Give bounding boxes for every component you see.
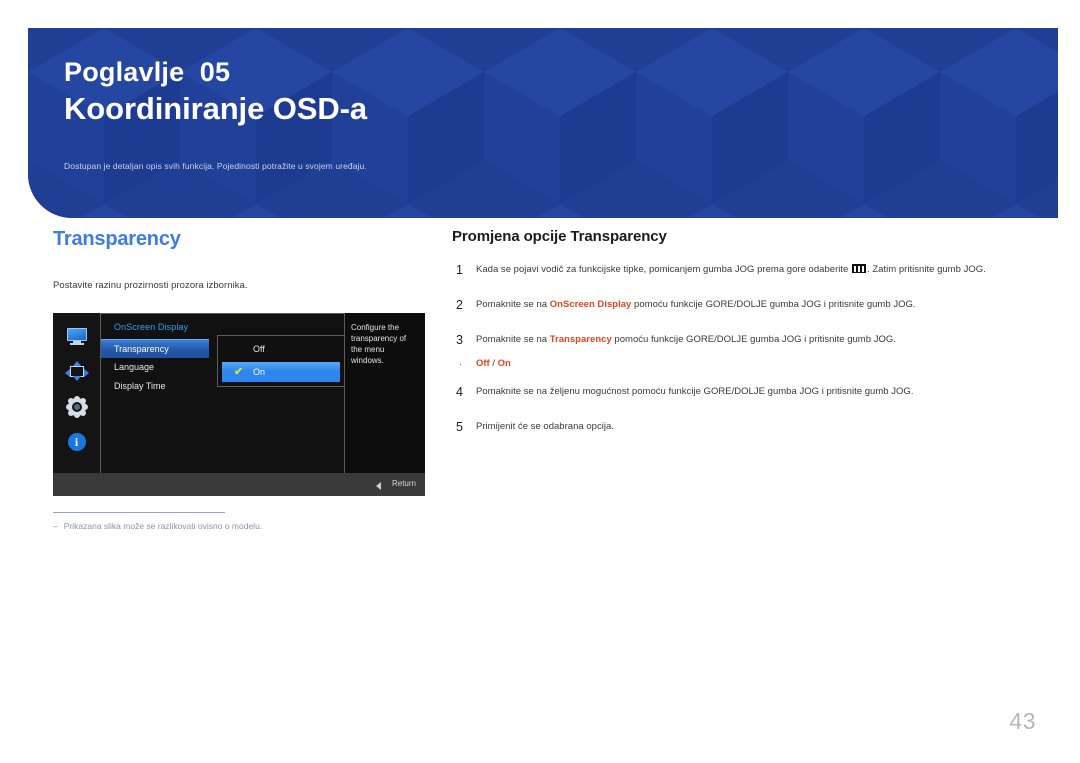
- monitor-icon[interactable]: [65, 326, 89, 348]
- procedure-steps: 1 Kada se pojavi vodič za funkcijske tip…: [452, 263, 1040, 435]
- gear-icon[interactable]: [65, 396, 89, 418]
- step-3: 3 Pomaknite se na Transparency pomoću fu…: [452, 332, 1040, 348]
- step-2: 2 Pomaknite se na OnScreen Display pomoć…: [452, 297, 1040, 313]
- step-1-text-before: Kada se pojavi vodič za funkcijske tipke…: [476, 264, 852, 275]
- section-title: Transparency: [53, 228, 181, 250]
- step-2-highlight: OnScreen Display: [549, 298, 632, 310]
- option-bullet-text: Off / On: [476, 358, 511, 371]
- option-separator: /: [489, 358, 498, 370]
- osd-option-on-label: On: [253, 367, 266, 377]
- step-1-number: 1: [456, 263, 463, 277]
- step-4-text: Pomaknite se na željenu mogućnost pomoću…: [476, 386, 914, 398]
- procedure-title: Promjena opcije Transparency: [452, 228, 667, 245]
- osd-option-off[interactable]: Off: [218, 339, 344, 359]
- footnote: ‒ Prikazana slika može se razlikovati ov…: [53, 521, 425, 531]
- chapter-label: Poglavlje 05: [64, 57, 231, 87]
- step-5-number: 5: [456, 420, 463, 435]
- check-icon: ✔: [234, 366, 244, 378]
- osd-option-on[interactable]: ✔ On: [222, 362, 340, 382]
- step-4: 4 Pomaknite se na željenu mogućnost pomo…: [452, 386, 1040, 400]
- step-4-number: 4: [456, 385, 463, 400]
- step-2-text: Pomaknite se na OnScreen Display pomoću …: [476, 299, 916, 312]
- chapter-banner: Poglavlje 05 Koordiniranje OSD-a Dostupa…: [28, 28, 1058, 218]
- step-5-text: Primijenit će se odabrana opcija.: [476, 421, 614, 433]
- step-3-number: 3: [456, 332, 463, 347]
- osd-description-panel: Configure the transparency of the menu w…: [346, 313, 425, 473]
- section-description: Postavite razinu prozirnosti prozora izb…: [53, 280, 248, 291]
- page-number: 43: [1009, 708, 1036, 734]
- osd-body: i OnScreen Display Transparency Language…: [53, 313, 425, 473]
- step-2-text-after: pomoću funkcije GORE/DOLJE gumba JOG i p…: [631, 298, 916, 310]
- step-1: 1 Kada se pojavi vodič za funkcijske tip…: [452, 263, 1040, 278]
- step-1-text: Kada se pojavi vodič za funkcijske tipke…: [476, 264, 986, 277]
- step-3-highlight: Transparency: [549, 333, 612, 345]
- info-icon[interactable]: i: [65, 431, 89, 453]
- osd-menu-title: OnScreen Display: [114, 322, 189, 332]
- resize-arrows-icon[interactable]: [64, 361, 89, 383]
- info-glyph: i: [67, 433, 86, 451]
- footnote-marker: ‒: [53, 521, 58, 531]
- option-on: On: [497, 358, 511, 370]
- menu-icon: [852, 264, 867, 273]
- chapter-subtitle: Dostupan je detaljan opis svih funkcija.…: [64, 160, 367, 171]
- step-2-number: 2: [456, 297, 463, 312]
- step-3-text: Pomaknite se na Transparency pomoću funk…: [476, 334, 896, 347]
- chapter-title: Koordiniranje OSD-a: [64, 90, 367, 126]
- osd-screenshot: i OnScreen Display Transparency Language…: [53, 313, 425, 496]
- step-1-text-after: . Zatim pritisnite gumb JOG.: [867, 264, 986, 275]
- footnote-text: Prikazana slika može se razlikovati ovis…: [63, 521, 263, 531]
- page-content: Transparency Postavite razinu prozirnost…: [0, 228, 1080, 708]
- osd-menu-item-transparency[interactable]: Transparency: [101, 339, 209, 358]
- right-column: Promjena opcije Transparency 1 Kada se p…: [452, 228, 1040, 456]
- step-5: 5 Primijenit će se odabrana opcija.: [452, 420, 1040, 435]
- option-bullet: · Off / On: [452, 358, 1040, 371]
- left-column: Transparency Postavite razinu prozirnost…: [53, 228, 425, 531]
- osd-footer-bar: Return: [53, 473, 425, 496]
- footnote-divider: [53, 512, 225, 513]
- step-2-text-before: Pomaknite se na: [476, 298, 550, 310]
- option-off: Off: [476, 358, 490, 370]
- osd-return-label[interactable]: Return: [392, 479, 416, 488]
- osd-option-popup: Off ✔ On: [217, 335, 345, 387]
- osd-icon-rail: i: [53, 313, 100, 473]
- return-arrow-icon: [376, 482, 381, 490]
- bullet-dot-icon: ·: [459, 359, 462, 370]
- step-3-text-after: pomoću funkcije GORE/DOLJE gumba JOG i p…: [611, 333, 896, 345]
- step-3-text-before: Pomaknite se na: [476, 333, 550, 345]
